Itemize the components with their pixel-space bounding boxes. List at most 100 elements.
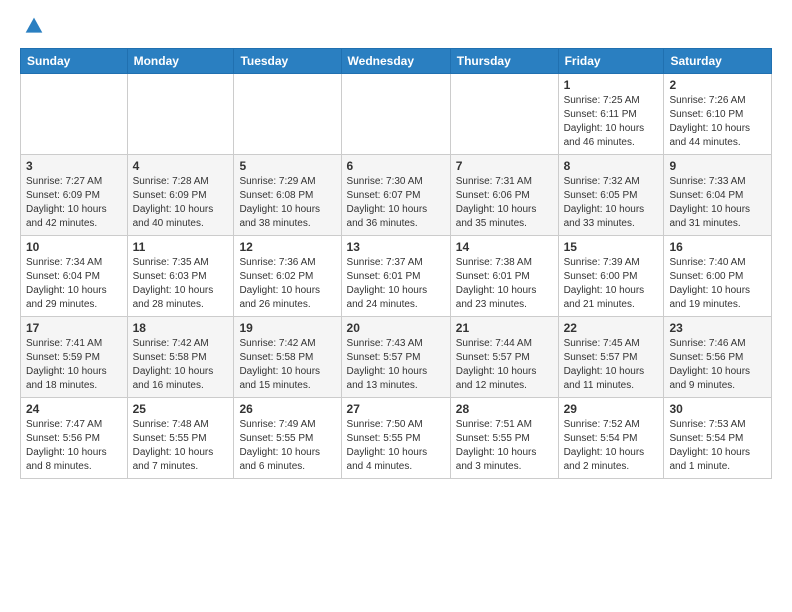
- day-info: Sunrise: 7:52 AM Sunset: 5:54 PM Dayligh…: [564, 418, 659, 474]
- day-number: 22: [564, 321, 659, 335]
- day-number: 3: [26, 159, 122, 173]
- day-cell: 30 Sunrise: 7:53 AM Sunset: 5:54 PM Dayli…: [664, 398, 772, 479]
- day-number: 20: [347, 321, 445, 335]
- day-cell: 26 Sunrise: 7:49 AM Sunset: 5:55 PM Dayli…: [234, 398, 341, 479]
- day-info: Sunrise: 7:53 AM Sunset: 5:54 PM Dayligh…: [669, 418, 766, 474]
- header: [20, 16, 772, 36]
- calendar-table: SundayMondayTuesdayWednesdayThursdayFrid…: [20, 48, 772, 479]
- day-cell: 21Sunrise: 7:44 AM Sunset: 5:57 PM Dayli…: [450, 317, 558, 398]
- day-number: 28: [456, 402, 553, 416]
- page: SundayMondayTuesdayWednesdayThursdayFrid…: [0, 0, 792, 495]
- day-cell: 5 Sunrise: 7:29 AM Sunset: 6:08 PM Daylig…: [234, 155, 341, 236]
- day-info: Sunrise: 7:29 AM Sunset: 6:08 PM Dayligh…: [239, 175, 335, 231]
- day-info: Sunrise: 7:38 AM Sunset: 6:01 PM Dayligh…: [456, 256, 553, 312]
- logo: [20, 16, 44, 36]
- week-row-3: 10Sunrise: 7:34 AM Sunset: 6:04 PM Dayli…: [21, 236, 772, 317]
- day-number: 29: [564, 402, 659, 416]
- day-number: 30: [669, 402, 766, 416]
- day-number: 19: [239, 321, 335, 335]
- day-number: 25: [133, 402, 229, 416]
- day-number: 11: [133, 240, 229, 254]
- day-number: 23: [669, 321, 766, 335]
- day-info: Sunrise: 7:36 AM Sunset: 6:02 PM Dayligh…: [239, 256, 335, 312]
- day-info: Sunrise: 7:37 AM Sunset: 6:01 PM Dayligh…: [347, 256, 445, 312]
- day-cell: 7 Sunrise: 7:31 AM Sunset: 6:06 PM Daylig…: [450, 155, 558, 236]
- day-cell: [234, 74, 341, 155]
- day-info: Sunrise: 7:39 AM Sunset: 6:00 PM Dayligh…: [564, 256, 659, 312]
- day-cell: 15 Sunrise: 7:39 AM Sunset: 6:00 PM Dayli…: [558, 236, 664, 317]
- day-info: Sunrise: 7:48 AM Sunset: 5:55 PM Dayligh…: [133, 418, 229, 474]
- day-info: Sunrise: 7:42 AM Sunset: 5:58 PM Dayligh…: [239, 337, 335, 393]
- day-number: 10: [26, 240, 122, 254]
- day-cell: 19 Sunrise: 7:42 AM Sunset: 5:58 PM Dayli…: [234, 317, 341, 398]
- day-cell: [21, 74, 128, 155]
- day-info: Sunrise: 7:41 AM Sunset: 5:59 PM Dayligh…: [26, 337, 122, 393]
- day-info: Sunrise: 7:50 AM Sunset: 5:55 PM Dayligh…: [347, 418, 445, 474]
- day-number: 14: [456, 240, 553, 254]
- day-cell: 8Sunrise: 7:32 AM Sunset: 6:05 PM Daylig…: [558, 155, 664, 236]
- logo-icon: [24, 16, 44, 36]
- day-info: Sunrise: 7:33 AM Sunset: 6:04 PM Dayligh…: [669, 175, 766, 231]
- day-info: Sunrise: 7:26 AM Sunset: 6:10 PM Dayligh…: [669, 94, 766, 150]
- day-header-thursday: Thursday: [450, 49, 558, 74]
- day-header-tuesday: Tuesday: [234, 49, 341, 74]
- day-cell: 10Sunrise: 7:34 AM Sunset: 6:04 PM Dayli…: [21, 236, 128, 317]
- day-cell: 4 Sunrise: 7:28 AM Sunset: 6:09 PM Daylig…: [127, 155, 234, 236]
- day-header-sunday: Sunday: [21, 49, 128, 74]
- day-info: Sunrise: 7:45 AM Sunset: 5:57 PM Dayligh…: [564, 337, 659, 393]
- day-header-friday: Friday: [558, 49, 664, 74]
- day-cell: 6 Sunrise: 7:30 AM Sunset: 6:07 PM Daylig…: [341, 155, 450, 236]
- day-info: Sunrise: 7:31 AM Sunset: 6:06 PM Dayligh…: [456, 175, 553, 231]
- day-cell: 12 Sunrise: 7:36 AM Sunset: 6:02 PM Dayli…: [234, 236, 341, 317]
- day-info: Sunrise: 7:27 AM Sunset: 6:09 PM Dayligh…: [26, 175, 122, 231]
- day-number: 12: [239, 240, 335, 254]
- day-number: 24: [26, 402, 122, 416]
- day-info: Sunrise: 7:30 AM Sunset: 6:07 PM Dayligh…: [347, 175, 445, 231]
- day-info: Sunrise: 7:42 AM Sunset: 5:58 PM Dayligh…: [133, 337, 229, 393]
- day-cell: 18 Sunrise: 7:42 AM Sunset: 5:58 PM Dayli…: [127, 317, 234, 398]
- day-number: 6: [347, 159, 445, 173]
- week-row-4: 17 Sunrise: 7:41 AM Sunset: 5:59 PM Dayli…: [21, 317, 772, 398]
- day-cell: [450, 74, 558, 155]
- day-cell: 3 Sunrise: 7:27 AM Sunset: 6:09 PM Daylig…: [21, 155, 128, 236]
- day-number: 4: [133, 159, 229, 173]
- day-cell: 29 Sunrise: 7:52 AM Sunset: 5:54 PM Dayli…: [558, 398, 664, 479]
- day-cell: 20 Sunrise: 7:43 AM Sunset: 5:57 PM Dayli…: [341, 317, 450, 398]
- day-cell: 16Sunrise: 7:40 AM Sunset: 6:00 PM Dayli…: [664, 236, 772, 317]
- day-number: 7: [456, 159, 553, 173]
- day-number: 26: [239, 402, 335, 416]
- day-header-monday: Monday: [127, 49, 234, 74]
- day-info: Sunrise: 7:40 AM Sunset: 6:00 PM Dayligh…: [669, 256, 766, 312]
- day-info: Sunrise: 7:43 AM Sunset: 5:57 PM Dayligh…: [347, 337, 445, 393]
- day-cell: [341, 74, 450, 155]
- day-info: Sunrise: 7:44 AM Sunset: 5:57 PM Dayligh…: [456, 337, 553, 393]
- day-number: 13: [347, 240, 445, 254]
- day-cell: 22 Sunrise: 7:45 AM Sunset: 5:57 PM Dayli…: [558, 317, 664, 398]
- day-info: Sunrise: 7:32 AM Sunset: 6:05 PM Dayligh…: [564, 175, 659, 231]
- day-number: 9: [669, 159, 766, 173]
- week-row-1: 1Sunrise: 7:25 AM Sunset: 6:11 PM Daylig…: [21, 74, 772, 155]
- day-header-wednesday: Wednesday: [341, 49, 450, 74]
- day-info: Sunrise: 7:28 AM Sunset: 6:09 PM Dayligh…: [133, 175, 229, 231]
- day-info: Sunrise: 7:35 AM Sunset: 6:03 PM Dayligh…: [133, 256, 229, 312]
- day-cell: [127, 74, 234, 155]
- day-cell: 9 Sunrise: 7:33 AM Sunset: 6:04 PM Daylig…: [664, 155, 772, 236]
- day-number: 5: [239, 159, 335, 173]
- day-info: Sunrise: 7:47 AM Sunset: 5:56 PM Dayligh…: [26, 418, 122, 474]
- day-number: 15: [564, 240, 659, 254]
- day-cell: 27 Sunrise: 7:50 AM Sunset: 5:55 PM Dayli…: [341, 398, 450, 479]
- day-cell: 17 Sunrise: 7:41 AM Sunset: 5:59 PM Dayli…: [21, 317, 128, 398]
- day-info: Sunrise: 7:46 AM Sunset: 5:56 PM Dayligh…: [669, 337, 766, 393]
- day-cell: 14 Sunrise: 7:38 AM Sunset: 6:01 PM Dayli…: [450, 236, 558, 317]
- day-number: 1: [564, 78, 659, 92]
- week-row-2: 3 Sunrise: 7:27 AM Sunset: 6:09 PM Daylig…: [21, 155, 772, 236]
- day-number: 27: [347, 402, 445, 416]
- day-number: 17: [26, 321, 122, 335]
- day-info: Sunrise: 7:49 AM Sunset: 5:55 PM Dayligh…: [239, 418, 335, 474]
- day-number: 18: [133, 321, 229, 335]
- day-info: Sunrise: 7:51 AM Sunset: 5:55 PM Dayligh…: [456, 418, 553, 474]
- day-cell: 23 Sunrise: 7:46 AM Sunset: 5:56 PM Dayli…: [664, 317, 772, 398]
- day-cell: 13 Sunrise: 7:37 AM Sunset: 6:01 PM Dayli…: [341, 236, 450, 317]
- day-cell: 11 Sunrise: 7:35 AM Sunset: 6:03 PM Dayli…: [127, 236, 234, 317]
- week-row-5: 24 Sunrise: 7:47 AM Sunset: 5:56 PM Dayli…: [21, 398, 772, 479]
